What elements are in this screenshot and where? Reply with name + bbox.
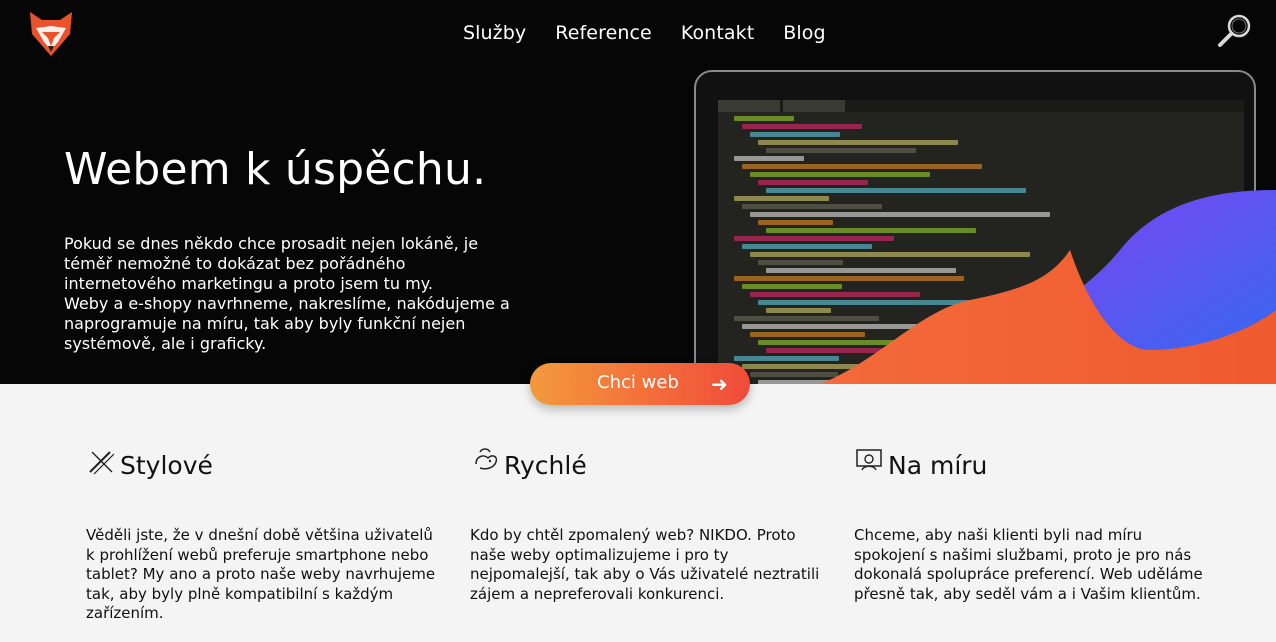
rabbit-icon — [475, 448, 498, 470]
arrow-right-icon: ➜ — [711, 372, 728, 396]
feature-text-stylove: Věděli jste, že v dnešní době většina už… — [86, 526, 436, 622]
nav-item-reference[interactable]: Reference — [555, 22, 652, 44]
feature-rychle: Rychlé Kdo by chtěl zpomalený web? NIKDO… — [470, 440, 830, 604]
magnifier-icon[interactable] — [1216, 12, 1254, 50]
code-line — [758, 140, 958, 145]
hero-title: Webem k úspěchu. — [64, 144, 487, 195]
presenter-icon — [856, 449, 882, 471]
code-line — [758, 180, 868, 185]
nav-item-sluzby[interactable]: Služby — [463, 22, 526, 44]
code-line — [750, 172, 930, 177]
feature-na-miru: Na míru Chceme, aby naši klienti byli na… — [854, 440, 1214, 604]
cta-button-label: Chci web — [597, 372, 679, 393]
feature-text-na-miru: Chceme, aby naši klienti byli nad míru s… — [854, 526, 1203, 603]
feature-stylove: Stylové Věděli jste, že v dnešní době vě… — [86, 440, 446, 624]
feature-title-na-miru: Na míru — [888, 450, 988, 480]
hero-text-paragraph-2: Weby a e-shopy navrhneme, nakreslíme, na… — [64, 294, 510, 353]
code-line — [742, 124, 862, 129]
main-nav: Služby Reference Kontakt Blog — [463, 22, 855, 44]
feature-title-rychle: Rychlé — [504, 450, 587, 480]
fox-logo-icon[interactable] — [28, 10, 74, 58]
hero-section: Služby Reference Kontakt Blog Webem k ús… — [0, 0, 1276, 384]
code-line — [750, 132, 840, 137]
feature-title-stylove: Stylové — [120, 450, 213, 480]
code-line — [734, 116, 794, 121]
decorative-wave — [820, 190, 1276, 384]
code-line — [734, 196, 829, 201]
cta-button[interactable]: Chci web ➜ — [530, 363, 750, 405]
feature-text-rychle: Kdo by chtěl zpomalený web? NIKDO. Proto… — [470, 526, 820, 603]
hero-description: Pokud se dnes někdo chce prosadit nejen … — [64, 234, 514, 354]
nav-item-kontakt[interactable]: Kontakt — [681, 22, 754, 44]
code-line — [742, 164, 982, 169]
nav-item-blog[interactable]: Blog — [783, 22, 825, 44]
pencil-ruler-icon — [89, 451, 115, 475]
code-line — [766, 148, 916, 153]
hero-text-paragraph-1: Pokud se dnes někdo chce prosadit nejen … — [64, 234, 479, 293]
code-line — [734, 156, 804, 161]
